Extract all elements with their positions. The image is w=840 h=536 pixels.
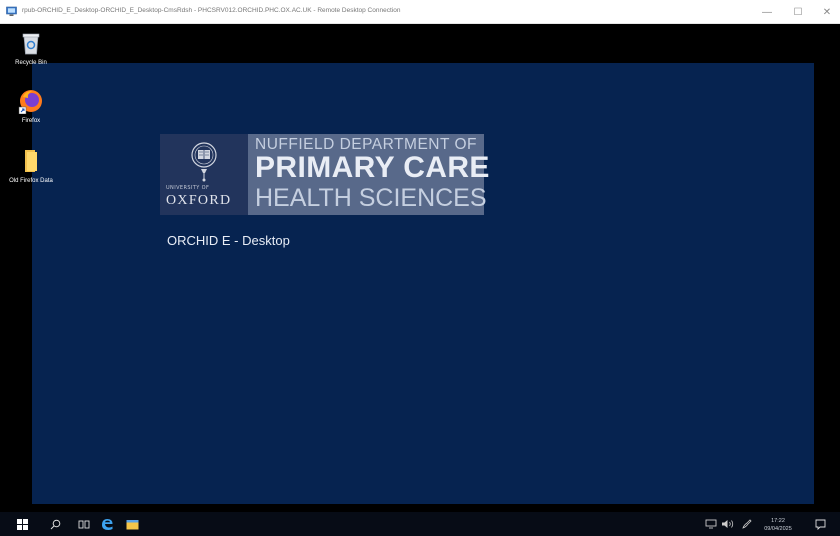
old-firefox-data-shortcut[interactable]: Old Firefox Data [2, 148, 60, 185]
close-button[interactable]: ✕ [812, 0, 840, 24]
task-view-icon [78, 520, 90, 528]
minimize-button[interactable]: — [752, 0, 782, 24]
notification-button[interactable] [808, 512, 832, 536]
oxford-crest-icon [191, 142, 217, 182]
university-of-text: UNIVERSITY OF [166, 185, 210, 191]
window-title: rpub-ORCHID_E_Desktop-ORCHID_E_Desktop-C… [22, 7, 401, 14]
old-firefox-data-label: Old Firefox Data [9, 178, 53, 184]
desktop-wallpaper: UNIVERSITY OF OXFORD NUFFIELD DEPARTMENT… [32, 63, 814, 504]
oxford-logo-block: UNIVERSITY OF OXFORD [160, 134, 248, 215]
folder-icon [25, 150, 37, 172]
firefox-icon [18, 90, 42, 115]
system-tray [705, 512, 753, 536]
file-explorer-icon [126, 519, 138, 529]
taskbar: 17:22 09/04/2025 [0, 512, 840, 536]
department-name-block: NUFFIELD DEPARTMENT OF PRIMARY CARE HEAL… [248, 134, 489, 215]
health-sciences-line: HEALTH SCIENCES [255, 184, 487, 212]
file-explorer-button[interactable] [120, 512, 144, 536]
nuffield-department-logo: UNIVERSITY OF OXFORD NUFFIELD DEPARTMENT… [160, 134, 489, 215]
clock-time: 17:22 [771, 518, 785, 524]
window-titlebar[interactable]: rpub-ORCHID_E_Desktop-ORCHID_E_Desktop-C… [0, 0, 840, 24]
clock[interactable]: 17:22 09/04/2025 [760, 517, 796, 533]
firefox-shortcut[interactable]: Firefox [2, 88, 60, 125]
notification-icon [815, 519, 825, 530]
recycle-bin-label: Recycle Bin [15, 60, 47, 66]
primary-care-line: PRIMARY CARE [255, 151, 490, 184]
start-icon [16, 518, 28, 530]
search-button[interactable] [43, 512, 67, 536]
network-icon[interactable] [705, 519, 717, 529]
oxford-wordmark: OXFORD [166, 193, 232, 208]
start-button[interactable] [10, 512, 34, 536]
remote-desktop[interactable]: UNIVERSITY OF OXFORD NUFFIELD DEPARTMENT… [0, 24, 840, 512]
recycle-bin-shortcut[interactable]: Recycle Bin [2, 30, 60, 67]
edge-button[interactable] [95, 512, 119, 536]
pen-icon[interactable] [741, 519, 753, 529]
task-view-button[interactable] [72, 512, 96, 536]
clock-date: 09/04/2025 [764, 526, 792, 532]
recycle-bin-icon [22, 33, 40, 55]
desktop-caption: ORCHID E - Desktop [167, 233, 290, 248]
volume-icon[interactable] [721, 519, 735, 529]
edge-icon [102, 519, 113, 530]
remote-desktop-icon [6, 6, 17, 16]
firefox-label: Firefox [21, 118, 41, 124]
search-icon [50, 519, 60, 529]
maximize-button[interactable]: ☐ [783, 0, 813, 24]
